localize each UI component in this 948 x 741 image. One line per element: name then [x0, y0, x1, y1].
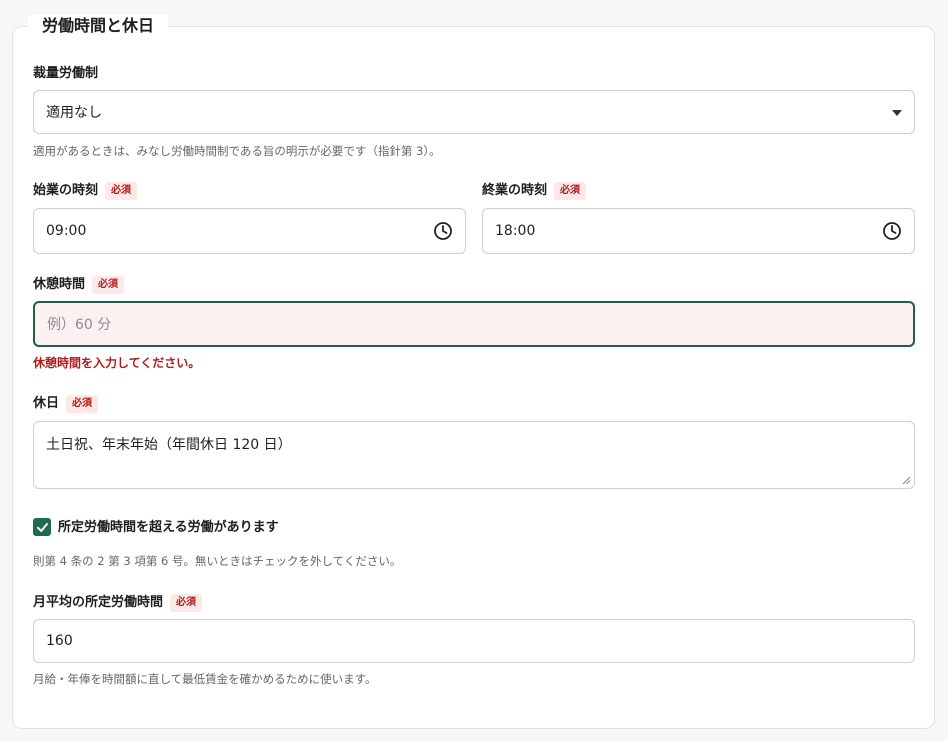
monthly-hours-label-text: 月平均の所定労働時間	[33, 595, 164, 610]
break-time-label: 休憩時間 必須	[33, 276, 125, 294]
required-badge: 必須	[554, 182, 587, 200]
overtime-checkbox[interactable]	[33, 518, 51, 536]
clock-icon[interactable]	[882, 221, 902, 241]
break-time-error: 休憩時間を入力してください。	[33, 356, 201, 370]
holidays-textarea[interactable]: 土日祝、年末年始（年間休日 120 日）	[33, 421, 915, 489]
break-time-input[interactable]: 例）60 分	[33, 301, 915, 347]
break-time-label-text: 休憩時間	[33, 277, 86, 292]
end-time-label: 終業の時刻 必須	[482, 182, 587, 200]
monthly-hours-value: 160	[46, 633, 73, 649]
overtime-checkbox-label[interactable]: 所定労働時間を超える労働があります	[58, 519, 279, 537]
discretionary-help: 適用があるときは、みなし労働時間制である旨の明示が必要です（指針第 3）。	[33, 144, 441, 158]
holidays-label-text: 休日	[33, 396, 60, 411]
required-badge: 必須	[66, 395, 99, 413]
break-time-placeholder: 例）60 分	[47, 317, 112, 333]
end-time-value: 18:00	[495, 223, 536, 239]
section-title: 労働時間と休日	[28, 15, 169, 37]
monthly-hours-input[interactable]: 160	[33, 619, 915, 663]
discretionary-label-text: 裁量労働制	[33, 66, 99, 81]
start-time-value: 09:00	[46, 223, 87, 239]
holidays-label: 休日 必須	[33, 395, 99, 413]
discretionary-select[interactable]: 適用なし	[33, 90, 915, 134]
end-time-label-text: 終業の時刻	[482, 183, 548, 198]
discretionary-select-value: 適用なし	[46, 105, 102, 121]
overtime-help: 則第 4 条の 2 第 3 項第 6 号。無いときはチェックを外してください。	[33, 554, 402, 568]
monthly-hours-help: 月給・年俸を時間額に直して最低賃金を確かめるために使います。	[33, 672, 377, 686]
resize-handle-icon[interactable]	[902, 476, 911, 485]
end-time-input[interactable]: 18:00	[482, 208, 915, 254]
discretionary-label: 裁量労働制	[33, 65, 98, 83]
required-badge: 必須	[170, 594, 203, 612]
start-time-input[interactable]: 09:00	[33, 208, 466, 254]
required-badge: 必須	[92, 276, 125, 294]
check-icon	[36, 522, 48, 532]
start-time-label: 始業の時刻 必須	[33, 182, 138, 200]
clock-icon[interactable]	[433, 221, 453, 241]
start-time-label-text: 始業の時刻	[33, 183, 99, 198]
monthly-hours-label: 月平均の所定労働時間 必須	[33, 594, 203, 612]
holidays-value: 土日祝、年末年始（年間休日 120 日）	[46, 437, 292, 453]
required-badge: 必須	[105, 182, 138, 200]
chevron-down-icon	[892, 110, 902, 116]
